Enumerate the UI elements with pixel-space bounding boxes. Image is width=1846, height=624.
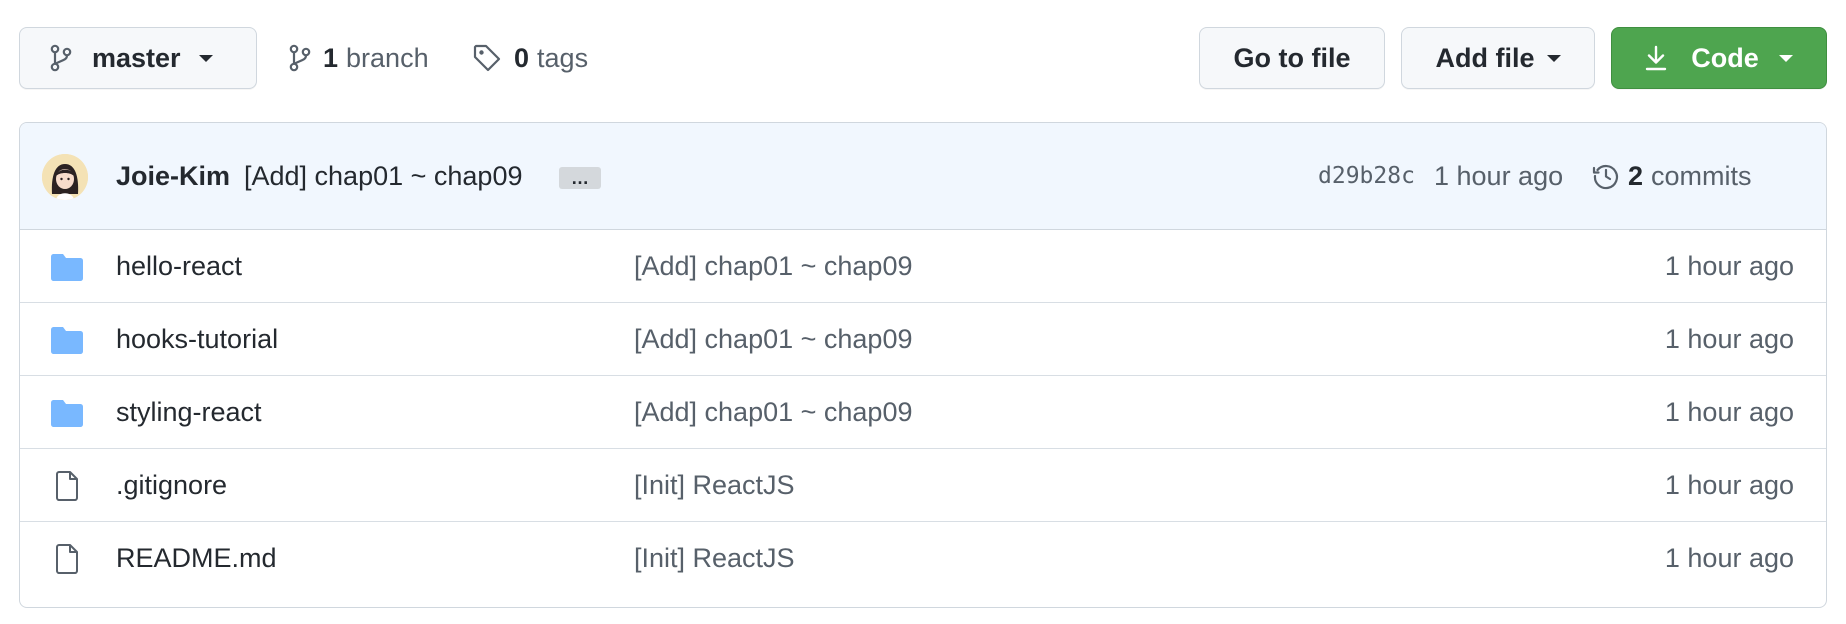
go-to-file-label: Go to file: [1233, 42, 1351, 73]
chevron-down-icon: [198, 54, 213, 62]
commit-sha-link[interactable]: d29b28c: [1318, 163, 1415, 189]
file-commit-message-link[interactable]: [Init] ReactJS: [634, 470, 795, 501]
file-name-link[interactable]: README.md: [116, 543, 277, 574]
code-button[interactable]: Code: [1611, 27, 1827, 89]
expand-commit-message-button[interactable]: …: [559, 167, 601, 189]
folder-icon: [51, 327, 83, 354]
git-branch-icon: [50, 44, 72, 72]
commits-history-link[interactable]: 2 commits: [1592, 161, 1752, 192]
file-commit-message-link[interactable]: [Init] ReactJS: [634, 543, 795, 574]
add-file-label: Add file: [1435, 42, 1535, 73]
add-file-button[interactable]: Add file: [1401, 27, 1595, 89]
file-commit-time: 1 hour ago: [1664, 469, 1794, 500]
chevron-down-icon: [1546, 54, 1561, 62]
file-row: hooks-tutorial [Add] chap01 ~ chap09 1 h…: [20, 303, 1826, 376]
go-to-file-button[interactable]: Go to file: [1199, 27, 1385, 89]
file-name-link[interactable]: hello-react: [116, 251, 242, 282]
chevron-down-icon: [1778, 54, 1793, 62]
file-icon: [56, 471, 78, 501]
folder-icon: [51, 400, 83, 427]
latest-commit-bar: Joie-Kim [Add] chap01 ~ chap09 … d29b28c…: [20, 123, 1826, 230]
branch-select-button[interactable]: master: [19, 27, 257, 89]
code-label: Code: [1691, 42, 1759, 73]
file-name-link[interactable]: styling-react: [116, 397, 262, 428]
commits-label: commits: [1651, 160, 1752, 191]
file-commit-time: 1 hour ago: [1664, 323, 1794, 354]
file-row: hello-react [Add] chap01 ~ chap09 1 hour…: [20, 230, 1826, 303]
branch-name: master: [92, 42, 181, 73]
file-row: styling-react [Add] chap01 ~ chap09 1 ho…: [20, 376, 1826, 449]
file-row: .gitignore [Init] ReactJS 1 hour ago: [20, 449, 1826, 522]
file-row: README.md [Init] ReactJS 1 hour ago: [20, 522, 1826, 595]
file-commit-message-link[interactable]: [Add] chap01 ~ chap09: [634, 251, 912, 282]
repo-toolbar: master 1 branch 0 tags Go to file Add fi…: [19, 27, 1827, 89]
branches-link[interactable]: 1 branch: [289, 27, 429, 89]
file-icon: [56, 544, 78, 574]
file-commit-time: 1 hour ago: [1664, 396, 1794, 427]
avatar[interactable]: [42, 154, 88, 200]
tags-link[interactable]: 0 tags: [472, 27, 588, 89]
file-commit-time: 1 hour ago: [1664, 250, 1794, 281]
tag-icon: [473, 44, 501, 72]
tags-label: tags: [537, 42, 589, 73]
avatar-image: [42, 154, 88, 200]
branches-label: branch: [346, 42, 429, 73]
tags-count: 0: [514, 42, 530, 73]
file-commit-message-link[interactable]: [Add] chap01 ~ chap09: [634, 324, 912, 355]
commit-message-link[interactable]: [Add] chap01 ~ chap09: [244, 161, 522, 192]
history-icon: [1592, 165, 1619, 190]
file-name-link[interactable]: .gitignore: [116, 470, 227, 501]
commit-time: 1 hour ago: [1434, 160, 1564, 191]
file-commit-time: 1 hour ago: [1664, 543, 1794, 573]
file-commit-message-link[interactable]: [Add] chap01 ~ chap09: [634, 397, 912, 428]
git-branch-icon: [289, 44, 311, 72]
commits-count: 2: [1628, 160, 1644, 191]
folder-icon: [51, 254, 83, 281]
branches-count: 1: [323, 42, 339, 73]
file-name-link[interactable]: hooks-tutorial: [116, 324, 278, 355]
download-icon: [1646, 45, 1667, 71]
commit-author-link[interactable]: Joie-Kim: [116, 161, 230, 192]
file-table: Joie-Kim [Add] chap01 ~ chap09 … d29b28c…: [19, 122, 1827, 608]
